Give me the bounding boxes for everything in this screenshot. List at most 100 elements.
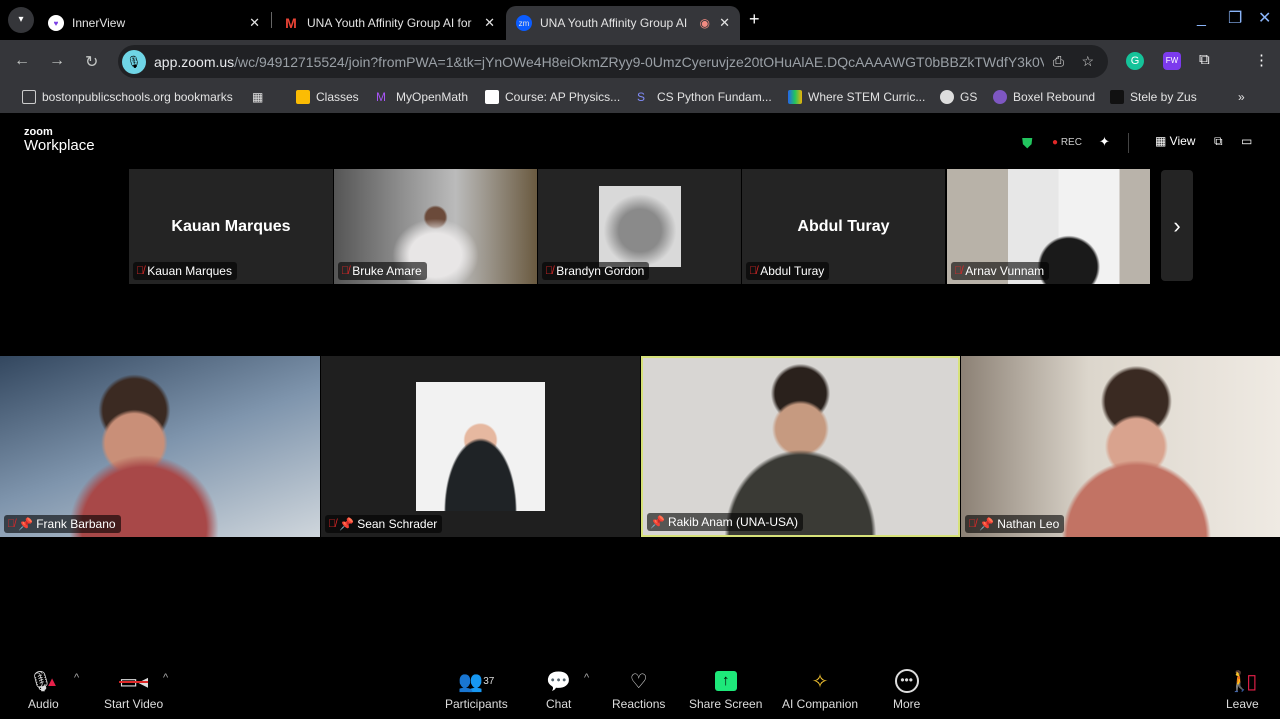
view-label: View [1169, 134, 1196, 148]
back-icon[interactable]: ← [14, 52, 30, 70]
pin-icon: 📌 [339, 517, 355, 531]
apps-icon[interactable]: ▦ [252, 90, 263, 104]
participants-count: 37 [483, 675, 495, 687]
zoom-header: zoom Workplace ⛊ ● REC ✦ ▦ View ⧉ ▭ [0, 113, 1280, 165]
name-tag: 🎙̸ Bruke Amare [338, 262, 427, 280]
bookmark-folder[interactable]: bostonpublicschools.org bookmarks [22, 90, 233, 104]
bookmark-cs-python[interactable]: S CS Python Fundam... [637, 90, 772, 104]
zoom-logo: zoom Workplace [24, 127, 95, 154]
video-options-caret[interactable]: ^ [163, 672, 168, 684]
bookmarks-bar: bostonpublicschools.org bookmarks ▦ Clas… [0, 83, 1280, 113]
cat-avatar-image [599, 186, 681, 267]
more-bookmarks-icon[interactable]: » [1238, 90, 1245, 104]
grammarly-icon[interactable]: G [1126, 52, 1144, 70]
bookmark-label: MyOpenMath [396, 90, 469, 104]
participants-button[interactable]: 👥 37 Participants [445, 668, 508, 712]
extension-icon[interactable]: FW [1163, 52, 1181, 70]
participant-tile[interactable]: Kauan Marques 🎙̸ Kauan Marques [129, 169, 333, 284]
mic-muted-icon: 🎙̸ [749, 265, 758, 277]
pin-icon: 📌 [18, 517, 34, 531]
video-off-icon: ▭◂ [119, 670, 149, 693]
participant-tile[interactable]: 🎙̸ Arnav Vunnam [947, 169, 1150, 284]
close-window-button[interactable]: ✕ [1258, 8, 1271, 28]
ai-sparkle-icon[interactable]: ✦ [1099, 134, 1110, 150]
tab-title: UNA Youth Affinity Group AI for [307, 16, 472, 30]
participants-label: Participants [445, 697, 508, 711]
start-video-button[interactable]: ▭◂ Start Video [104, 668, 163, 712]
audio-options-caret[interactable]: ^ [74, 672, 79, 684]
close-tab-icon[interactable]: ✕ [249, 15, 260, 31]
minimize-button[interactable]: _ [1197, 10, 1206, 28]
pin-icon: 📌 [979, 517, 995, 531]
name-tag: 🎙̸ 📌 Frank Barbano [4, 515, 121, 533]
bookmark-label: Boxel Rebound [1013, 90, 1096, 104]
myopenmath-icon: M [376, 90, 386, 104]
bookmark-ap-physics[interactable]: Course: AP Physics... [485, 90, 620, 104]
next-page-button[interactable]: › [1161, 170, 1193, 281]
logo-bottom: Workplace [24, 137, 95, 154]
chat-options-caret[interactable]: ^ [584, 672, 589, 684]
name-tag: 🎙̸ Brandyn Gordon [542, 262, 650, 280]
chat-label: Chat [546, 697, 572, 711]
pip-icon[interactable]: ⧉ [1214, 134, 1223, 149]
recording-indicator[interactable]: ● REC [1052, 137, 1082, 148]
url-field[interactable]: 🎙 app.zoom.us/wc/94912715524/join?fromPW… [118, 45, 1108, 78]
globe-icon [940, 90, 954, 104]
participant-name: Arnav Vunnam [965, 264, 1045, 278]
extensions-puzzle-icon[interactable]: ⧉ [1199, 51, 1210, 68]
chat-button[interactable]: 💬 Chat [546, 668, 572, 712]
ai-companion-button[interactable]: ✧ AI Companion [782, 668, 858, 712]
mic-muted-icon: 🎙̸ [136, 265, 145, 277]
participant-name: Nathan Leo [997, 517, 1060, 531]
stele-icon [1110, 90, 1124, 104]
bookmark-gs[interactable]: GS [940, 90, 977, 104]
bookmark-boxel[interactable]: Boxel Rebound [993, 90, 1095, 104]
reactions-button[interactable]: ♡ Reactions [612, 668, 665, 712]
url-path: /wc/94912715524/join?fromPWA=1&tk=jYnOWe… [234, 53, 1044, 70]
participant-tile[interactable]: Abdul Turay 🎙̸ Abdul Turay [742, 169, 945, 284]
reload-icon[interactable]: ↻ [85, 52, 98, 72]
restore-button[interactable]: ❐ [1228, 8, 1242, 28]
name-tag: 📌 Rakib Anam (UNA-USA) [647, 513, 803, 531]
mic-muted-icon: 🎙̸ [954, 265, 963, 277]
participant-tile[interactable]: 🎙̸ Bruke Amare [334, 169, 537, 284]
close-tab-icon[interactable]: ✕ [484, 15, 495, 31]
install-app-icon[interactable]: ⎙ [1053, 53, 1064, 70]
tab-search-button[interactable]: ▾ [8, 7, 34, 33]
share-screen-button[interactable]: ↑ Share Screen [689, 668, 762, 711]
bookmark-label: Where STEM Curric... [808, 90, 926, 104]
tab-gmail[interactable]: M UNA Youth Affinity Group AI for ✕ [273, 6, 505, 40]
close-tab-icon[interactable]: ✕ [719, 15, 730, 31]
leave-button[interactable]: 🚶 ▯ Leave [1226, 668, 1259, 712]
participant-tile[interactable]: 🎙̸ 📌 Nathan Leo [961, 356, 1280, 537]
participant-tile[interactable]: 🎙̸ 📌 Frank Barbano [0, 356, 320, 537]
bookmark-stem[interactable]: Where STEM Curric... [788, 90, 925, 104]
audio-button[interactable]: 🎙 ▲ Audio [28, 668, 59, 712]
participant-tile[interactable]: 🎙̸ Brandyn Gordon [538, 169, 741, 284]
url-host: app.zoom.us [154, 53, 235, 70]
tab-title: InnerView [72, 16, 126, 30]
participant-tile[interactable]: 🎙̸ 📌 Sean Schrader [321, 356, 640, 537]
bookmark-star-icon[interactable]: ☆ [1081, 53, 1094, 70]
participant-tile-active-speaker[interactable]: 📌 Rakib Anam (UNA-USA) [641, 356, 960, 537]
name-tag: 🎙̸ Kauan Marques [133, 262, 237, 280]
bookmark-label: bostonpublicschools.org bookmarks [42, 90, 233, 104]
tab-zoom[interactable]: zm UNA Youth Affinity Group AI ◉ ✕ [506, 6, 740, 40]
tab-innerview[interactable]: ♥ InnerView ✕ [38, 6, 270, 40]
bookmark-classes[interactable]: Classes [296, 90, 359, 104]
new-tab-button[interactable]: + [749, 9, 760, 30]
view-button[interactable]: ▦ View [1155, 134, 1195, 148]
bookmark-label: GS [960, 90, 978, 104]
participant-name: Frank Barbano [36, 517, 116, 531]
menu-icon[interactable]: ⋮ [1254, 51, 1269, 69]
bookmark-myopenmath[interactable]: M MyOpenMath [376, 90, 468, 104]
classroom-icon [296, 90, 310, 104]
forward-icon[interactable]: → [49, 52, 65, 70]
minimize-meeting-icon[interactable]: ▭ [1241, 134, 1252, 148]
more-button[interactable]: ••• More [893, 668, 920, 711]
zoom-icon: zm [516, 15, 532, 31]
mic-permission-icon[interactable]: 🎙 [122, 49, 146, 74]
encryption-shield-icon[interactable]: ⛊ [1022, 135, 1033, 152]
bookmark-stele[interactable]: Stele by Zus [1110, 90, 1197, 104]
mic-muted-warning-icon: 🎙 ▲ [28, 670, 59, 693]
